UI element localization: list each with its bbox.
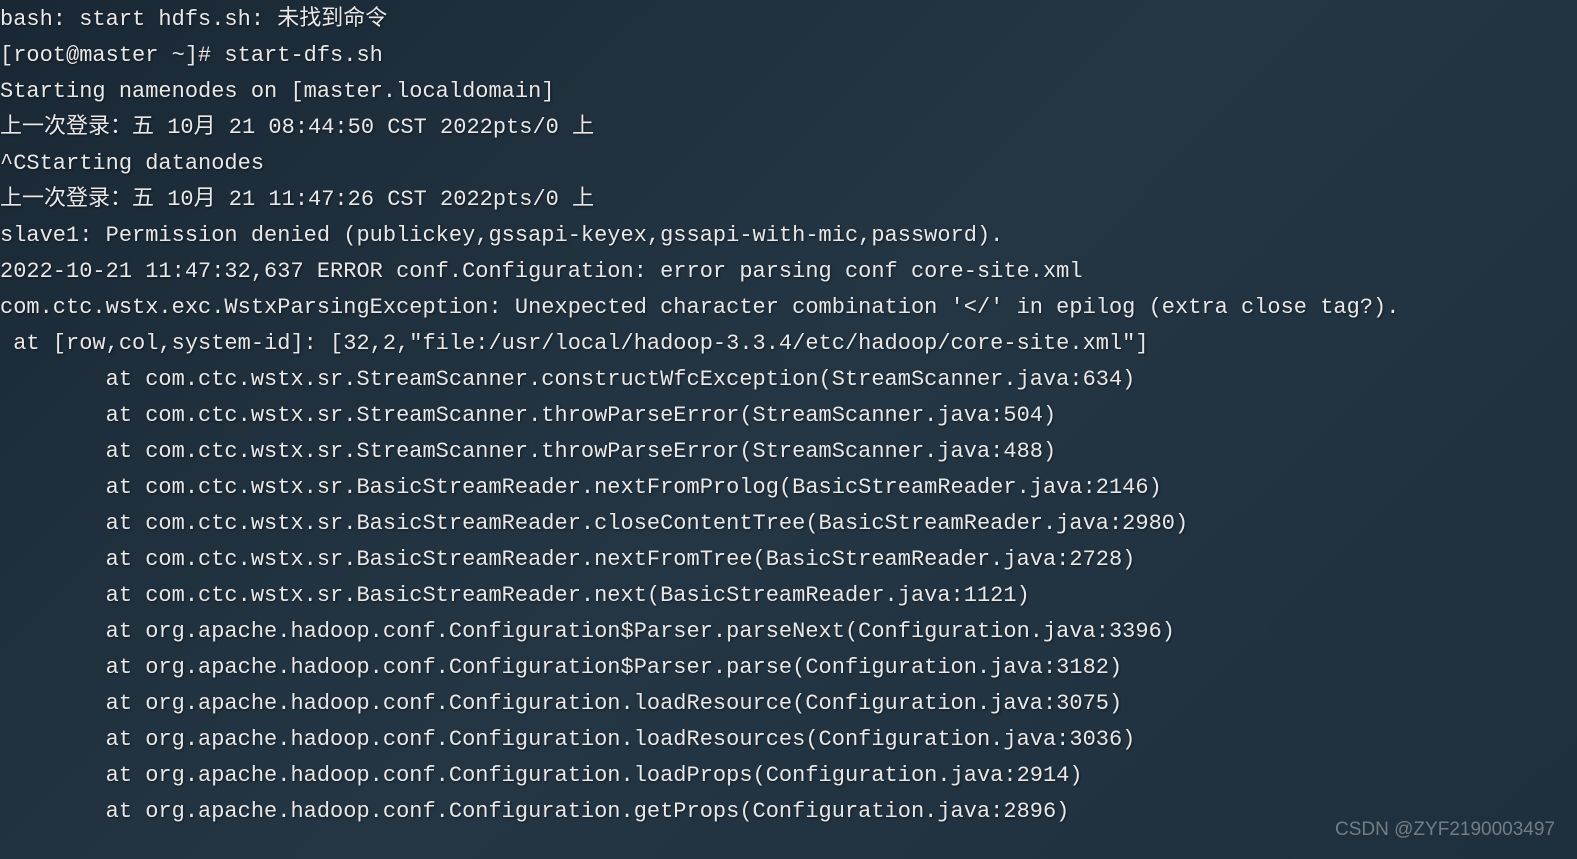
terminal-line: slave1: Permission denied (publickey,gss…: [0, 218, 1577, 254]
terminal-line: at org.apache.hadoop.conf.Configuration$…: [0, 650, 1577, 686]
terminal-line: at org.apache.hadoop.conf.Configuration$…: [0, 614, 1577, 650]
terminal-line: at com.ctc.wstx.sr.StreamScanner.throwPa…: [0, 398, 1577, 434]
terminal-line: 上一次登录：五 10月 21 11:47:26 CST 2022pts/0 上: [0, 182, 1577, 218]
terminal-line: at com.ctc.wstx.sr.BasicStreamReader.clo…: [0, 506, 1577, 542]
terminal-line: 上一次登录：五 10月 21 08:44:50 CST 2022pts/0 上: [0, 110, 1577, 146]
terminal-line: at com.ctc.wstx.sr.BasicStreamReader.nex…: [0, 578, 1577, 614]
terminal-line: com.ctc.wstx.exc.WstxParsingException: U…: [0, 290, 1577, 326]
terminal-line: Starting namenodes on [master.localdomai…: [0, 74, 1577, 110]
terminal-line: [root@master ~]# start-dfs.sh: [0, 38, 1577, 74]
terminal-line: bash: start hdfs.sh: 未找到命令: [0, 2, 1577, 38]
terminal-line: at [row,col,system-id]: [32,2,"file:/usr…: [0, 326, 1577, 362]
terminal-line: ^CStarting datanodes: [0, 146, 1577, 182]
terminal-line: at org.apache.hadoop.conf.Configuration.…: [0, 758, 1577, 794]
terminal-line: at org.apache.hadoop.conf.Configuration.…: [0, 686, 1577, 722]
terminal-line: at org.apache.hadoop.conf.Configuration.…: [0, 722, 1577, 758]
terminal-line: 2022-10-21 11:47:32,637 ERROR conf.Confi…: [0, 254, 1577, 290]
terminal-line: at com.ctc.wstx.sr.BasicStreamReader.nex…: [0, 470, 1577, 506]
terminal-line: at com.ctc.wstx.sr.StreamScanner.throwPa…: [0, 434, 1577, 470]
terminal-line: at com.ctc.wstx.sr.BasicStreamReader.nex…: [0, 542, 1577, 578]
csdn-watermark: CSDN @ZYF2190003497: [1335, 819, 1555, 841]
terminal-output[interactable]: bash: start hdfs.sh: 未找到命令[root@master ~…: [0, 2, 1577, 830]
terminal-line: at com.ctc.wstx.sr.StreamScanner.constru…: [0, 362, 1577, 398]
